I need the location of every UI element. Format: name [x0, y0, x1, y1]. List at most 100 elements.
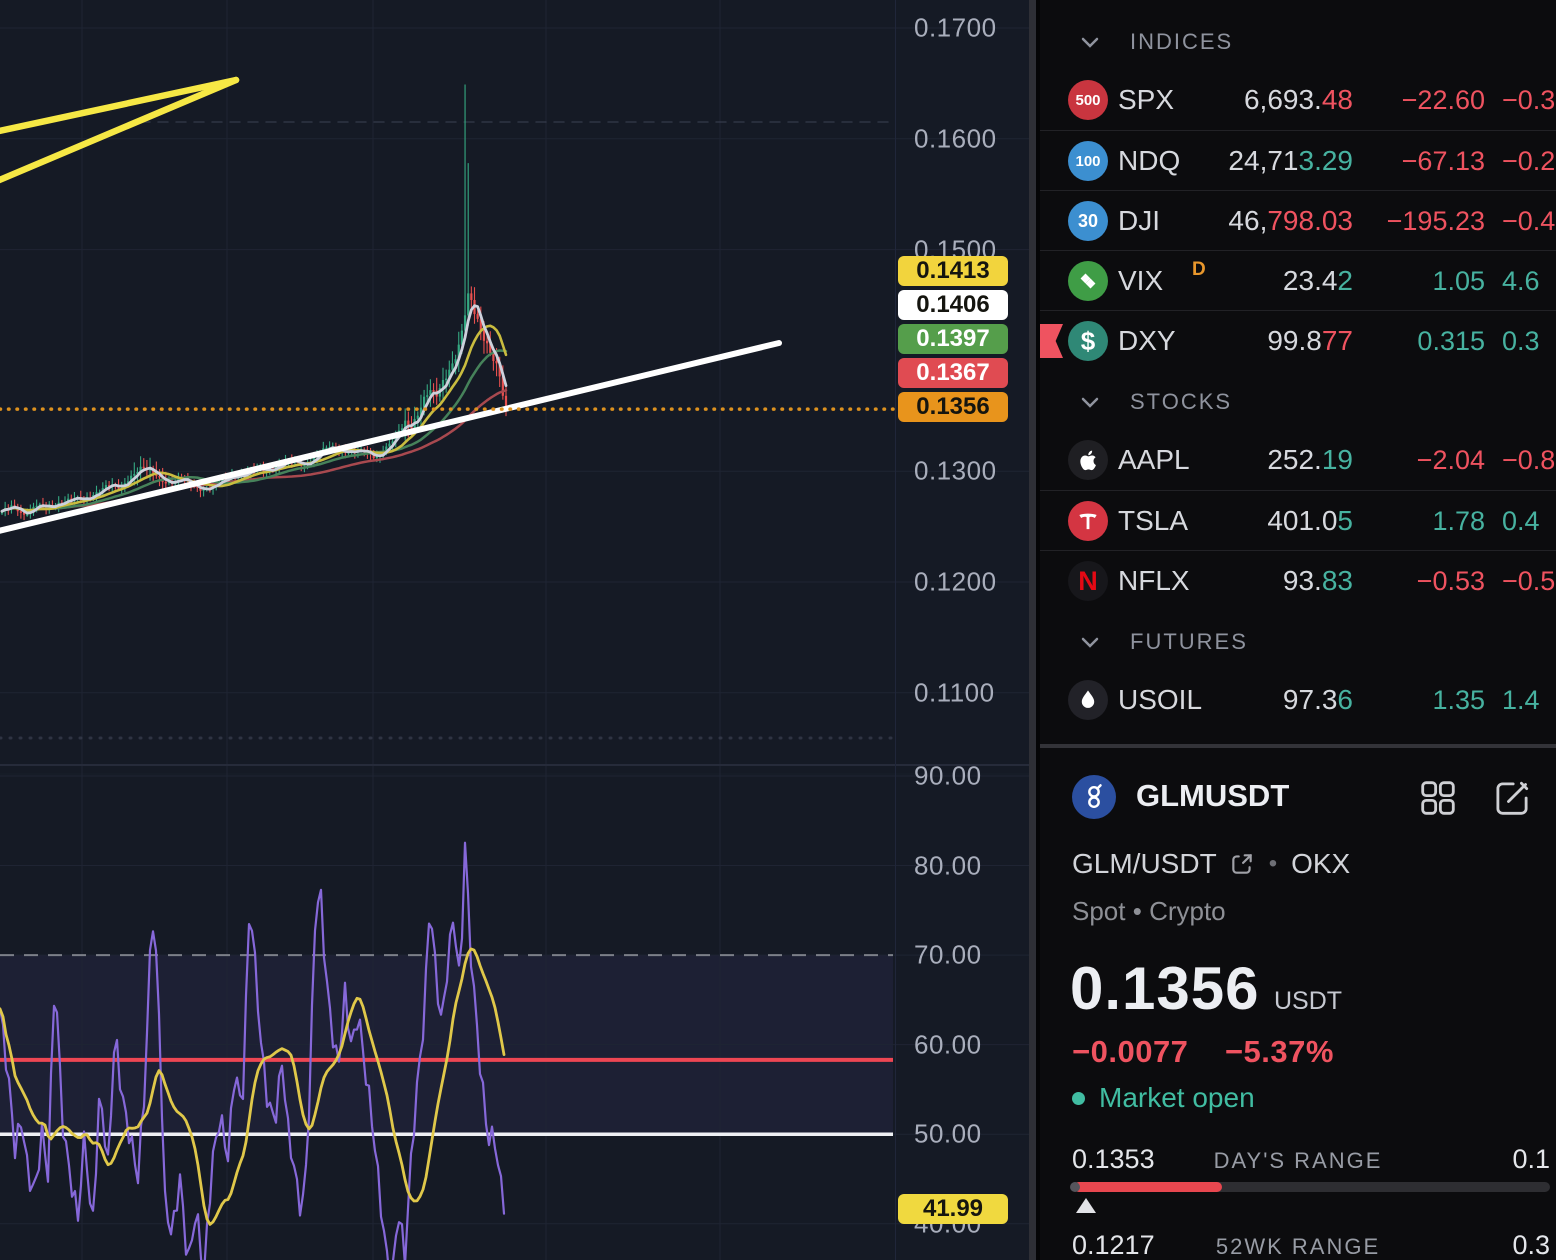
price-value: 6,693.48: [1243, 84, 1353, 115]
chevron-down-icon: [1081, 637, 1099, 648]
market-meta-row: Spot • Crypto: [1072, 896, 1226, 926]
price-label-0.1413: 0.1413: [898, 256, 1008, 286]
watchlist-row-tsla[interactable]: TSLA 401.05 1.78 0.4: [1040, 490, 1556, 550]
watchlist-row-vix[interactable]: VIX D 23.42 1.05 4.6: [1040, 250, 1556, 310]
change-value: 1.78: [1432, 506, 1485, 536]
price-value: 401.05: [1267, 505, 1353, 536]
section-header-futures[interactable]: FUTURES: [1040, 622, 1556, 662]
symbol-label: NDQ: [1118, 145, 1181, 176]
edit-note-icon[interactable]: [1492, 778, 1532, 823]
rsi-tick: 80.00: [914, 850, 982, 881]
trading-workspace: 0.1700 0.1600 0.1 500 0.1300 0.1200 0.1100 90.0…: [0, 0, 1556, 1260]
price-tick: 0.1200: [914, 566, 997, 597]
section-header-indices[interactable]: INDICES: [1040, 22, 1556, 62]
day-range-label: DAY'S RANGE: [1213, 1148, 1383, 1173]
percent-change-value: −0.2: [1502, 146, 1556, 176]
market-status: Market open: [1072, 1082, 1255, 1114]
change-value: −0.53: [1416, 566, 1485, 596]
symbol-label: SPX: [1118, 84, 1175, 115]
nflx-icon: N: [1068, 561, 1108, 601]
percent-change-value: 4.6: [1502, 266, 1540, 296]
percent-change-value: 0.3: [1502, 326, 1540, 356]
price-tick: 0.1700: [914, 12, 997, 43]
section-header-stocks[interactable]: STOCKS: [1040, 382, 1556, 422]
chart-canvas[interactable]: [0, 0, 1029, 1260]
market-status-label: Market open: [1099, 1082, 1255, 1113]
watchlist-row-ndq[interactable]: 100 NDQ 24,713.29 −67.13 −0.2: [1040, 130, 1556, 190]
watchlist-row-nflx[interactable]: N NFLX 93.83 −0.53 −0.5: [1040, 550, 1556, 610]
price-value: 97.36: [1282, 684, 1353, 715]
spx-icon: 500: [1068, 80, 1108, 120]
change-row: −0.0077 −5.37%: [1072, 1034, 1334, 1070]
watchlist-row-spx[interactable]: 500 SPX 6,693.48 −22.60 −0.3: [1040, 70, 1556, 130]
glm-logo-icon: [1072, 775, 1116, 819]
rsi-value-label: 41.99: [898, 1193, 1008, 1224]
change-pct: −5.37%: [1224, 1034, 1334, 1069]
percent-change-value: −0.3: [1502, 85, 1556, 115]
watchlist-row-usoil[interactable]: USOIL 97.36 1.35 1.4: [1040, 670, 1556, 730]
rsi-tick: 60.00: [914, 1029, 982, 1060]
wk52-range-label: 52WK RANGE: [1215, 1234, 1381, 1259]
last-price: 0.1356: [1070, 955, 1260, 1022]
symbol-detail-panel: GLMUSDT GLM/USDT • OKX Spot • Crypto 0.1…: [1040, 748, 1556, 1260]
price-value: 46,798.03: [1228, 205, 1353, 236]
symbol-label: VIX: [1118, 265, 1164, 296]
separator-dot: •: [1268, 850, 1278, 877]
change-value: −22.60: [1401, 85, 1485, 115]
change-value: −67.13: [1401, 146, 1485, 176]
symbol-label: DXY: [1118, 325, 1176, 356]
chevron-down-icon: [1081, 397, 1099, 408]
price-row: 0.1356 USDT: [1070, 954, 1342, 1023]
flagged-marker: [1040, 324, 1063, 358]
day-range-bar-cap: [1070, 1182, 1080, 1192]
market-open-dot: [1072, 1091, 1085, 1105]
day-range-bar-fill: [1074, 1182, 1223, 1192]
aapl-icon: [1068, 440, 1108, 480]
rsi-tick: 50.00: [914, 1118, 982, 1149]
price-value: 93.83: [1282, 565, 1353, 596]
percent-change-value: 0.4: [1502, 506, 1540, 536]
watchlist-row-dji[interactable]: 30 DJI 46,798.03 −195.23 −0.4: [1040, 190, 1556, 250]
symbol-title: GLMUSDT: [1136, 778, 1290, 813]
price-value: 99.877: [1267, 325, 1353, 356]
quote-currency: USDT: [1273, 987, 1343, 1015]
dji-icon: 30: [1068, 201, 1108, 241]
price-tick: 0.1100: [914, 677, 995, 708]
price-value: 252.19: [1267, 444, 1353, 475]
market-type-label: Spot: [1072, 896, 1126, 926]
watchlist-row-dxy[interactable]: $ DXY 99.877 0.315 0.3: [1040, 310, 1556, 370]
wk52-range-low: 0.1217: [1072, 1230, 1155, 1260]
section-label: FUTURES: [1130, 629, 1248, 654]
external-link-icon[interactable]: [1229, 851, 1255, 877]
percent-change-value: −0.4: [1502, 206, 1556, 236]
tsla-icon: [1068, 501, 1108, 541]
delayed-data-badge: D: [1192, 259, 1206, 280]
grid-layout-icon[interactable]: [1418, 778, 1458, 823]
price-value: 23.42: [1282, 265, 1353, 296]
price-value: 24,713.29: [1228, 145, 1353, 176]
change-value: 0.315: [1417, 326, 1485, 356]
change-abs: −0.0077: [1072, 1034, 1189, 1069]
panel-divider[interactable]: [1029, 0, 1036, 1260]
wk52-range-high: 0.3: [1512, 1230, 1550, 1260]
price-label-0.1406: 0.1406: [898, 290, 1008, 320]
vix-icon: [1068, 261, 1108, 301]
exchange-label[interactable]: OKX: [1291, 848, 1350, 880]
pair-label: GLM/USDT: [1072, 848, 1217, 879]
change-value: −2.04: [1416, 445, 1485, 475]
change-value: 1.05: [1432, 266, 1485, 296]
section-label: STOCKS: [1130, 389, 1233, 414]
change-value: 1.35: [1432, 685, 1485, 715]
day-range-low: 0.1353: [1072, 1144, 1155, 1174]
watchlist-row-aapl[interactable]: AAPL 252.19 −2.04 −0.8: [1040, 430, 1556, 490]
watchlist-panel: INDICES 500 SPX 6,693.48 −22.60 −0.3 100 NDQ 24,…: [1040, 0, 1556, 1260]
symbol-label: DJI: [1118, 205, 1160, 236]
symbol-label: NFLX: [1118, 565, 1190, 596]
chart-widget: 0.1700 0.1600 0.1500 0.1300 0.1200 0.1100 90.0…: [0, 0, 1029, 1260]
usoil-icon: [1068, 680, 1108, 720]
day-range-bar: [1070, 1182, 1550, 1192]
price-axis[interactable]: 0.1700 0.1600 0.1500 0.1300 0.1200 0.1100 90.0…: [895, 0, 1029, 1260]
percent-change-value: 1.4: [1502, 685, 1540, 715]
dxy-icon: $: [1068, 321, 1108, 361]
percent-change-value: −0.8: [1502, 445, 1556, 475]
